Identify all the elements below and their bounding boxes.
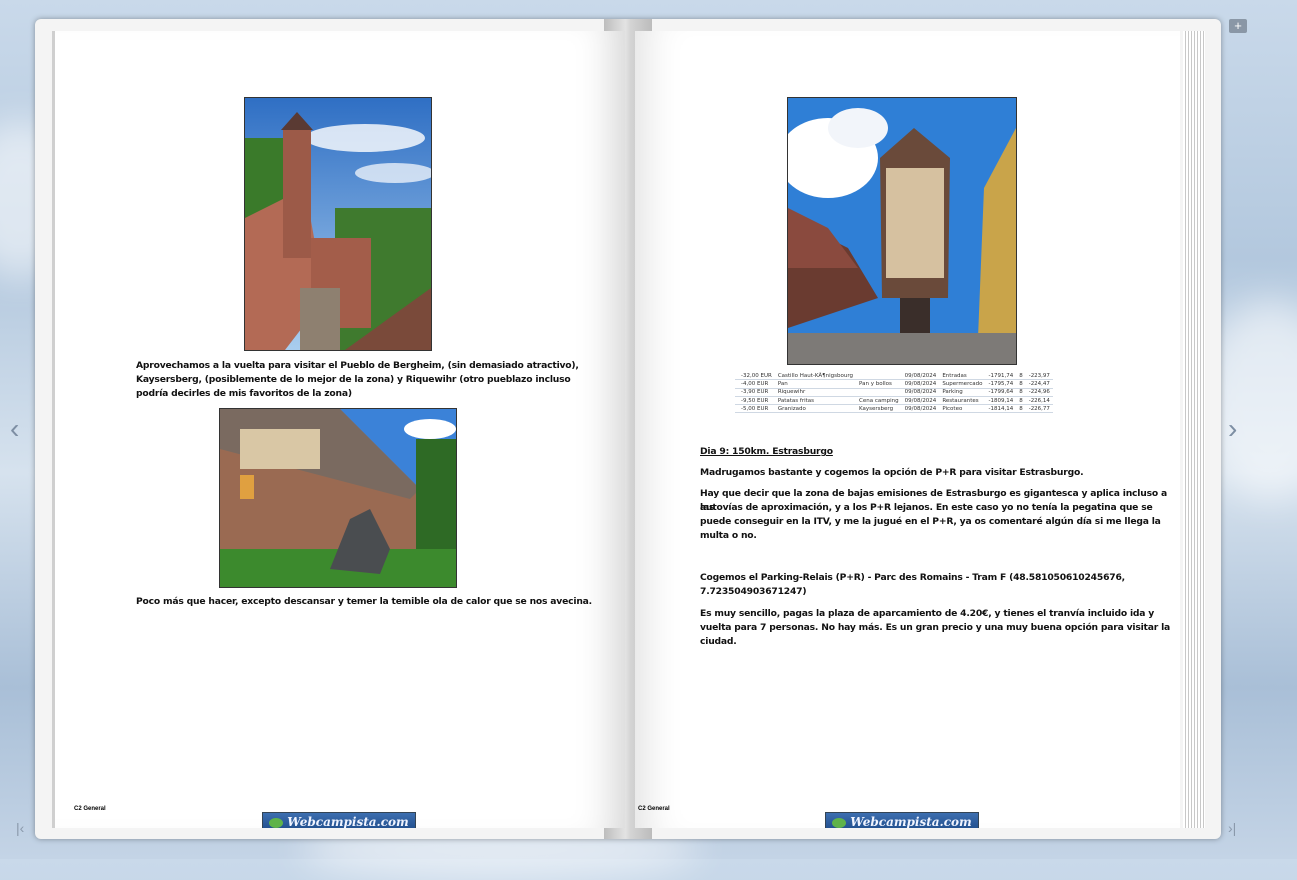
expenses-table: -32,00 EUR Castillo Haut-KÃ¶nigsbourg 09/0… xyxy=(735,372,1053,414)
village-photo xyxy=(219,408,457,588)
paragraph-line: 7.723504903671247) xyxy=(700,586,807,597)
paragraph-line: Es muy sencillo, pagas la plaza de aparc… xyxy=(700,608,1155,619)
page-edges xyxy=(1183,31,1205,828)
left-page[interactable]: Aprovechamos a la vuelta para visitar el… xyxy=(55,31,625,828)
paragraph-line: Cogemos el Parking-Relais (P+R) - Parc d… xyxy=(700,572,1125,583)
logo-icon xyxy=(832,817,847,828)
table-row: -32,00 EUR Castillo Haut-KÃ¶nigsbourg 09/0… xyxy=(735,372,1053,381)
paragraph-line: podría decirles de mis favoritos de la z… xyxy=(136,388,352,399)
first-page-icon[interactable]: |‹ xyxy=(16,820,24,836)
paragraph-line: Madrugamos bastante y cogemos la opción … xyxy=(700,467,1084,478)
webcampista-logo[interactable]: Webcampista.com xyxy=(262,812,416,828)
prev-page-icon[interactable]: ‹ xyxy=(10,415,19,443)
table-row: -9,50 EUR Patatas fritas Cena camping 09/08… xyxy=(735,396,1053,406)
right-page[interactable]: -32,00 EUR Castillo Haut-KÃ¶nigsbourg 09/0… xyxy=(635,31,1180,828)
table-row: -3,90 EUR Riquewihr 09/08/2024 Parking -1799… xyxy=(735,388,1053,397)
footer-label: C2 General xyxy=(74,806,106,812)
flipbook: Aprovechamos a la vuelta para visitar el… xyxy=(35,19,1221,839)
table-row: -4,00 EUR Pan Pan y bollos 09/08/2024 Superm… xyxy=(735,379,1053,389)
paragraph-line: autovías de aproximación, y a los P+R le… xyxy=(700,502,1153,513)
tower-photo xyxy=(787,97,1017,365)
footer-label: C2 General xyxy=(638,806,670,812)
add-comment-icon[interactable]: + xyxy=(1229,19,1247,33)
paragraph-line: multa o no. xyxy=(700,530,757,541)
next-page-icon[interactable]: › xyxy=(1228,415,1237,443)
paragraph-line: Aprovechamos a la vuelta para visitar el… xyxy=(136,360,579,371)
castle-photo xyxy=(244,97,432,351)
logo-icon xyxy=(269,817,284,828)
day-heading: Dia 9: 150km. Estrasburgo xyxy=(700,446,833,457)
webcampista-logo[interactable]: Webcampista.com xyxy=(825,812,979,828)
paragraph-line: Poco más que hacer, excepto descansar y … xyxy=(136,596,592,607)
paragraph-line: vuelta para 7 personas. No hay más. Es u… xyxy=(700,622,1171,633)
table-row: -5,00 EUR Granizado Kaysersberg 09/08/2024 P… xyxy=(735,404,1053,414)
last-page-icon[interactable]: ›| xyxy=(1228,820,1236,836)
paragraph-line: Kaysersberg, (posiblemente de lo mejor d… xyxy=(136,374,571,385)
paragraph-line: puede conseguir en la ITV, y me la jugué… xyxy=(700,516,1161,527)
paragraph-line: ciudad. xyxy=(700,636,737,647)
